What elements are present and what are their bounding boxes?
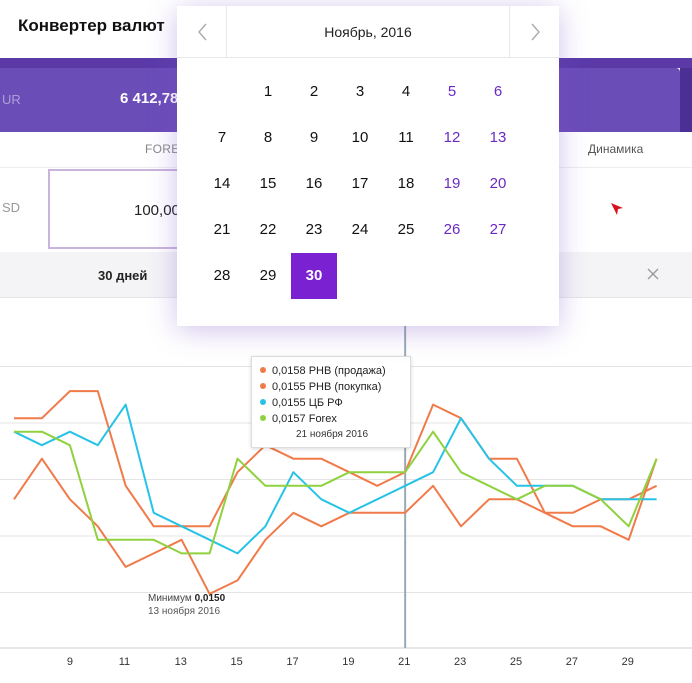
x-tick-label: 29 (621, 656, 634, 668)
tooltip-row: 0,0158 РНВ (продажа) (260, 365, 386, 377)
calendar-day[interactable]: 10 (337, 115, 383, 161)
calendar-day[interactable]: 16 (291, 161, 337, 207)
prev-month-button[interactable] (177, 6, 227, 58)
x-tick-label: 27 (565, 656, 579, 668)
calendar-day[interactable]: 11 (383, 115, 429, 161)
calendar-day[interactable]: 8 (245, 115, 291, 161)
x-tick-label: 17 (286, 656, 299, 668)
rates-panel-edge (680, 68, 692, 132)
chevron-left-icon (198, 23, 207, 41)
calendar-day[interactable]: 17 (337, 161, 383, 207)
tooltip-series: РНВ (покупка) (308, 381, 382, 393)
tooltip-value: 0,0158 (272, 365, 306, 377)
minimum-value: 0,0150 (194, 593, 226, 604)
calendar-day[interactable]: 27 (475, 207, 521, 253)
close-icon[interactable] (645, 266, 661, 282)
calendar-month: Ноябрь, 2016 (324, 24, 412, 40)
calendar-day[interactable]: 7 (199, 115, 245, 161)
calendar-day[interactable]: 13 (475, 115, 521, 161)
next-month-button[interactable] (509, 6, 559, 58)
rate-value: 6 412,78 (120, 90, 179, 107)
period-selector[interactable]: 30 дней (98, 268, 147, 283)
minimum-prefix: Минимум (148, 593, 192, 604)
calendar-day[interactable]: 15 (245, 161, 291, 207)
tooltip-row: 0,0155 ЦБ РФ (260, 397, 343, 409)
calendar-day[interactable]: 4 (383, 69, 429, 115)
minimum-date: 13 ноября 2016 (148, 606, 221, 617)
x-tick-label: 21 (398, 656, 411, 668)
currency-code: SD (2, 200, 21, 215)
tooltip-value: 0,0155 (272, 381, 306, 393)
x-tick-label: 19 (342, 656, 355, 668)
calendar-day[interactable]: 20 (475, 161, 521, 207)
series-dot-icon (260, 399, 266, 405)
calendar-day[interactable]: 29 (245, 253, 291, 299)
calendar-day[interactable]: 28 (199, 253, 245, 299)
calendar-day[interactable]: 3 (337, 69, 383, 115)
calendar-day[interactable]: 30 (291, 253, 337, 299)
column-dynamics: Динамика (588, 142, 644, 156)
calendar-day[interactable]: 14 (199, 161, 245, 207)
tooltip-value: 0,0155 (272, 397, 306, 409)
calendar-day[interactable]: 25 (383, 207, 429, 253)
amount-value: 100,00 (134, 202, 180, 219)
series-line (14, 430, 658, 555)
calendar-day[interactable]: 24 (337, 207, 383, 253)
calendar-day[interactable]: 23 (291, 207, 337, 253)
rate-currency-code: UR (2, 92, 21, 107)
tooltip-series: Forex (308, 413, 337, 425)
series-dot-icon (260, 383, 266, 389)
tooltip-value: 0,0157 (272, 413, 306, 425)
series-dot-icon (260, 415, 266, 421)
chart-tooltip: 0,0158 РНВ (продажа) 0,0155 РНВ (покупка… (251, 356, 411, 448)
calendar-day[interactable]: 6 (475, 69, 521, 115)
calendar-day[interactable]: 18 (383, 161, 429, 207)
calendar-header: Ноябрь, 2016 (177, 6, 559, 58)
tooltip-row: 0,0155 РНВ (покупка) (260, 381, 381, 393)
x-tick-label: 25 (509, 656, 523, 668)
tooltip-series: ЦБ РФ (308, 397, 343, 409)
minimum-label: Минимум 0,0150 (148, 593, 225, 604)
date-picker: Ноябрь, 2016 1 2 3 4 5 6 7 8 9 10 11 12 13 14 15 16 17 18… (177, 6, 559, 326)
app-title: Конвертер валют (18, 16, 165, 35)
chevron-right-icon (531, 23, 540, 41)
x-tick-label: 13 (174, 656, 187, 668)
x-tick-label: 11 (118, 656, 131, 668)
calendar-day[interactable]: 9 (291, 115, 337, 161)
amount-input[interactable]: 100,00 (48, 169, 198, 249)
x-tick-label: 9 (66, 656, 73, 668)
calendar-day[interactable]: 22 (245, 207, 291, 253)
calendar-day[interactable]: 1 (245, 69, 291, 115)
calendar-day[interactable]: 26 (429, 207, 475, 253)
x-tick-label: 15 (230, 656, 243, 668)
tooltip-row: 0,0157 Forex (260, 413, 337, 425)
trend-arrow-icon (611, 203, 623, 215)
calendar-day[interactable]: 2 (291, 69, 337, 115)
series-dot-icon (260, 367, 266, 373)
calendar-day[interactable]: 5 (429, 69, 475, 115)
calendar-day[interactable]: 12 (429, 115, 475, 161)
calendar-day[interactable]: 21 (199, 207, 245, 253)
tooltip-series: РНВ (продажа) (308, 365, 386, 377)
calendar-day[interactable]: 19 (429, 161, 475, 207)
x-tick-label: 23 (454, 656, 467, 668)
tooltip-date: 21 ноября 2016 (295, 429, 369, 440)
